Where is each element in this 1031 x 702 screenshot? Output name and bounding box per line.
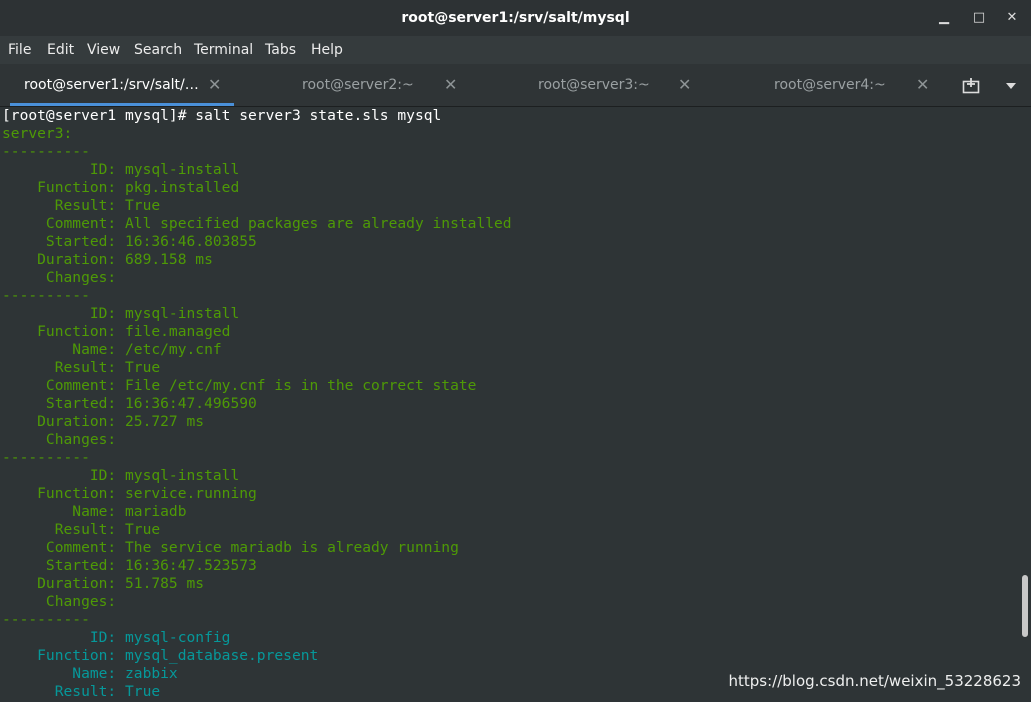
terminal-line: Changes: xyxy=(2,593,117,610)
terminal-line: Comment: File /etc/my.cnf is in the corr… xyxy=(2,377,477,394)
terminal-line: ID: mysql-install xyxy=(2,161,240,178)
tab-server2[interactable]: root@server2:~ ✕ xyxy=(234,64,470,106)
title-bar: root@server1:/srv/salt/mysql ▁ □ ✕ xyxy=(0,0,1031,36)
terminal-line: Function: service.running xyxy=(2,485,257,502)
menu-help[interactable]: Help xyxy=(311,36,343,64)
tab-label: root@server1:/srv/salt/… xyxy=(24,77,199,93)
tab-close-icon[interactable]: ✕ xyxy=(208,64,221,106)
tab-label: root@server4:~ xyxy=(774,77,886,93)
watermark: https://blog.csdn.net/weixin_53228623 xyxy=(728,672,1021,690)
menu-search[interactable]: Search xyxy=(134,36,182,64)
terminal-line: Result: True xyxy=(2,197,161,214)
scrollbar-thumb[interactable] xyxy=(1022,575,1028,637)
terminal-line: Duration: 25.727 ms xyxy=(2,413,205,430)
tab-close-icon[interactable]: ✕ xyxy=(444,64,457,106)
terminal-line: ---------- xyxy=(2,143,90,160)
close-icon[interactable]: ✕ xyxy=(1003,9,1021,27)
menu-edit[interactable]: Edit xyxy=(47,36,74,64)
window-title: root@server1:/srv/salt/mysql xyxy=(401,10,630,26)
terminal-line: Started: 16:36:47.496590 xyxy=(2,395,257,412)
menu-file[interactable]: File xyxy=(8,36,31,64)
terminal-line: [root@server1 mysql]# salt server3 state… xyxy=(2,107,442,124)
terminal-line: Started: 16:36:47.523573 xyxy=(2,557,257,574)
terminal-line: ---------- xyxy=(2,611,90,628)
terminal-line: ID: mysql-install xyxy=(2,305,240,322)
terminal-line: Duration: 689.158 ms xyxy=(2,251,213,268)
tab-close-icon[interactable]: ✕ xyxy=(916,64,929,106)
tabs-dropdown-icon[interactable] xyxy=(1002,64,1020,106)
terminal-line: server3: xyxy=(2,125,73,142)
terminal-line: ---------- xyxy=(2,287,90,304)
terminal-line: Duration: 51.785 ms xyxy=(2,575,205,592)
tab-close-icon[interactable]: ✕ xyxy=(678,64,691,106)
scrollbar[interactable] xyxy=(1020,107,1031,702)
tab-bar: root@server1:/srv/salt/… ✕ root@server2:… xyxy=(0,64,1031,107)
terminal-line: Function: pkg.installed xyxy=(2,179,240,196)
menu-tabs[interactable]: Tabs xyxy=(265,36,296,64)
tab-label: root@server3:~ xyxy=(538,77,650,93)
terminal-line: Comment: The service mariadb is already … xyxy=(2,539,459,556)
terminal-line: Started: 16:36:46.803855 xyxy=(2,233,257,250)
menu-view[interactable]: View xyxy=(87,36,120,64)
tab-server3[interactable]: root@server3:~ ✕ xyxy=(470,64,704,106)
terminal-line: ---------- xyxy=(2,449,90,466)
new-tab-icon[interactable] xyxy=(958,64,984,106)
tab-label: root@server2:~ xyxy=(302,77,414,93)
terminal-line: Changes: xyxy=(2,431,117,448)
terminal-line: Changes: xyxy=(2,269,117,286)
terminal-line: ID: mysql-config xyxy=(2,629,231,646)
terminal-line: Comment: All specified packages are alre… xyxy=(2,215,512,232)
terminal-output[interactable]: [root@server1 mysql]# salt server3 state… xyxy=(0,107,1020,702)
menu-bar: File Edit View Search Terminal Tabs Help xyxy=(0,36,1031,64)
menu-terminal[interactable]: Terminal xyxy=(194,36,253,64)
terminal-line: Name: zabbix xyxy=(2,665,178,682)
terminal-line: Result: True xyxy=(2,521,161,538)
tab-server1[interactable]: root@server1:/srv/salt/… ✕ xyxy=(10,64,234,106)
active-tab-indicator xyxy=(10,103,234,106)
terminal-line: Function: mysql_database.present xyxy=(2,647,319,664)
terminal-line: Function: file.managed xyxy=(2,323,231,340)
terminal-line: Result: True xyxy=(2,359,161,376)
terminal-line: Name: mariadb xyxy=(2,503,187,520)
terminal-line: Name: /etc/my.cnf xyxy=(2,341,222,358)
terminal-line: ID: mysql-install xyxy=(2,467,240,484)
maximize-icon[interactable]: □ xyxy=(970,9,988,27)
minimize-icon[interactable]: ▁ xyxy=(935,9,953,27)
tab-server4[interactable]: root@server4:~ ✕ xyxy=(704,64,940,106)
terminal-line: Result: True xyxy=(2,683,161,700)
